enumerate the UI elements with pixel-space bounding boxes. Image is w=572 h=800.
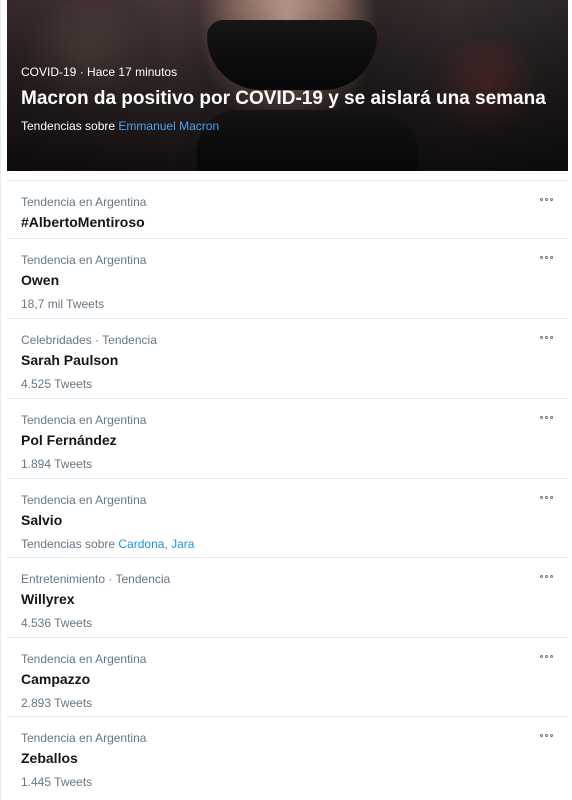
trend-tweet-count: 1.894 Tweets <box>21 457 93 471</box>
trend-name: Pol Fernández <box>21 432 117 448</box>
trend-tweet-count: 1.445 Tweets <box>21 775 93 789</box>
hero-related-prefix: Tendencias sobre <box>21 119 116 133</box>
trend-context: Tendencia en Argentina <box>21 253 147 267</box>
trend-item[interactable]: Tendencia en Argentina Zeballos 1.445 Tw… <box>7 716 568 796</box>
news-hero-card[interactable]: COVID-19 · Hace 17 minutos Macron da pos… <box>7 0 568 171</box>
trend-name: Salvio <box>21 512 63 528</box>
more-horizontal-icon[interactable] <box>538 651 554 661</box>
trend-related-prefix: Tendencias sobre <box>21 537 116 551</box>
trend-related-links[interactable]: Cardona, Jara <box>118 537 194 551</box>
hero-related: Tendencias sobre Emmanuel Macron <box>21 118 554 134</box>
trend-context: Tendencia en Argentina <box>21 731 147 745</box>
more-horizontal-icon[interactable] <box>538 252 554 262</box>
more-horizontal-icon[interactable] <box>538 492 554 502</box>
more-horizontal-icon[interactable] <box>538 194 554 204</box>
trend-tweet-count: 4.525 Tweets <box>21 377 93 391</box>
trend-context: Celebridades · Tendencia <box>21 333 157 347</box>
trend-list: Tendencia en Argentina #AlbertoMentiroso… <box>7 180 568 796</box>
more-horizontal-icon[interactable] <box>538 571 554 581</box>
more-horizontal-icon[interactable] <box>538 730 554 740</box>
trend-name: Sarah Paulson <box>21 352 119 368</box>
trend-item[interactable]: Tendencia en Argentina Pol Fernández 1.8… <box>7 398 568 478</box>
trend-context: Tendencia en Argentina <box>21 195 147 209</box>
trend-tweet-count: 18,7 mil Tweets <box>21 297 105 311</box>
trend-name: Campazzo <box>21 671 91 687</box>
trend-context: Entretenimiento · Tendencia <box>21 572 171 586</box>
trend-name: Owen <box>21 272 60 288</box>
trend-item[interactable]: Celebridades · Tendencia Sarah Paulson 4… <box>7 318 568 398</box>
trend-name: Zeballos <box>21 750 78 766</box>
trends-panel: COVID-19 · Hace 17 minutos Macron da pos… <box>0 0 572 800</box>
hero-separator: · <box>79 65 84 79</box>
trend-item[interactable]: Tendencia en Argentina #AlbertoMentiroso <box>7 180 568 238</box>
hero-category: COVID-19 <box>21 65 77 79</box>
trend-related: Tendencias sobre Cardona, Jara <box>21 536 554 552</box>
trend-item[interactable]: Entretenimiento · Tendencia Willyrex 4.5… <box>7 557 568 637</box>
trend-item[interactable]: Tendencia en Argentina Campazzo 2.893 Tw… <box>7 637 568 716</box>
trend-name: #AlbertoMentiroso <box>21 214 145 230</box>
trend-item[interactable]: Tendencia en Argentina Salvio Tendencias… <box>7 478 568 557</box>
hero-time: Hace 17 minutos <box>87 65 178 79</box>
trend-tweet-count: 2.893 Tweets <box>21 696 93 710</box>
trend-name: Willyrex <box>21 591 75 607</box>
trend-tweet-count: 4.536 Tweets <box>21 616 93 630</box>
hero-text: COVID-19 · Hace 17 minutos Macron da pos… <box>21 64 554 134</box>
trend-context: Tendencia en Argentina <box>21 652 147 666</box>
more-horizontal-icon[interactable] <box>538 412 554 422</box>
more-horizontal-icon[interactable] <box>538 332 554 342</box>
hero-related-link[interactable]: Emmanuel Macron <box>118 119 219 133</box>
trend-item[interactable]: Tendencia en Argentina Owen 18,7 mil Twe… <box>7 238 568 318</box>
hero-meta: COVID-19 · Hace 17 minutos <box>21 64 554 80</box>
trend-context: Tendencia en Argentina <box>21 493 147 507</box>
hero-title[interactable]: Macron da positivo por COVID-19 y se ais… <box>21 86 554 112</box>
trend-context: Tendencia en Argentina <box>21 413 147 427</box>
